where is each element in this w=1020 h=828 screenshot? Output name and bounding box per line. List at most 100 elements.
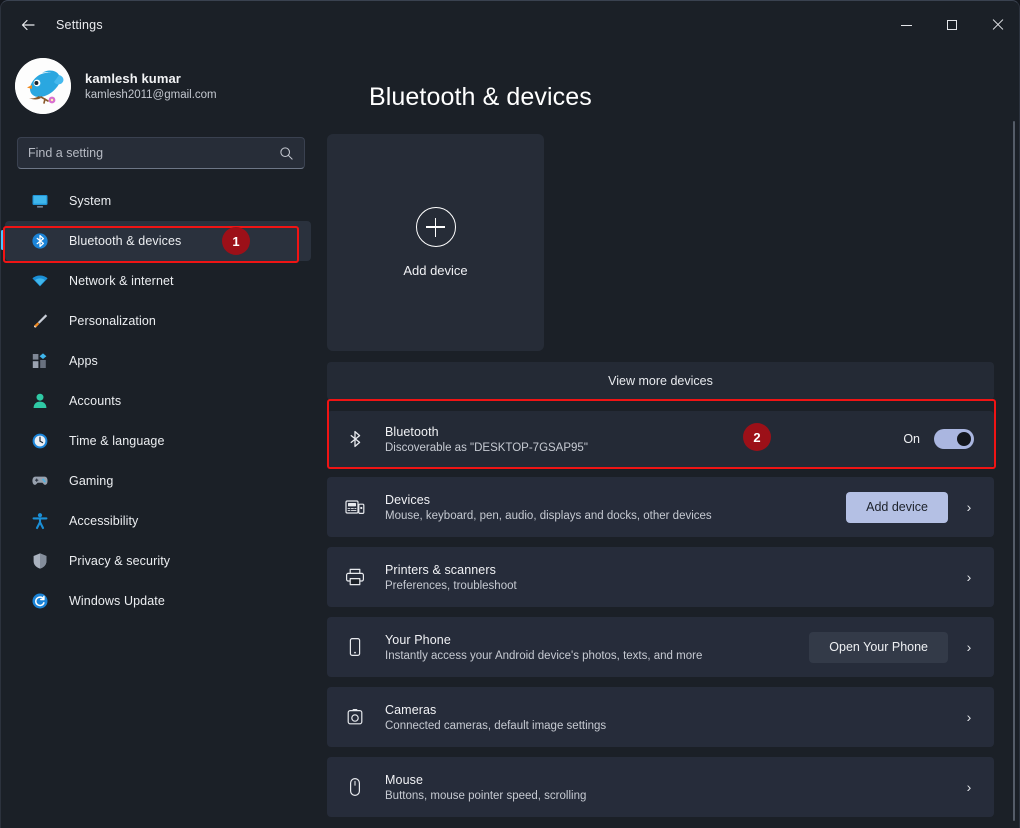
- devices-row[interactable]: Devices Mouse, keyboard, pen, audio, dis…: [327, 477, 994, 537]
- chevron-right-icon[interactable]: ›: [958, 570, 980, 584]
- sidebar-item-apps[interactable]: Apps: [5, 341, 311, 381]
- mouse-row-text: Mouse Buttons, mouse pointer speed, scro…: [385, 773, 958, 802]
- gamepad-icon: [31, 472, 49, 490]
- sidebar-item-personalization[interactable]: Personalization: [5, 301, 311, 341]
- main-scrollbar[interactable]: [1013, 121, 1015, 821]
- profile-email: kamlesh2011@gmail.com: [85, 89, 217, 101]
- chevron-right-icon[interactable]: ›: [958, 780, 980, 794]
- monitor-icon: [31, 192, 49, 210]
- paintbrush-icon: [31, 312, 49, 330]
- person-icon: [31, 392, 49, 410]
- sidebar-item-bluetooth-devices[interactable]: Bluetooth & devices: [1, 221, 311, 261]
- clock-icon: [31, 432, 49, 450]
- printers-title: Printers & scanners: [385, 562, 496, 577]
- bluetooth-row[interactable]: Bluetooth Discoverable as "DESKTOP-7GSAP…: [327, 411, 994, 467]
- content-area: Add device View more devices Bluetooth D…: [321, 112, 1019, 817]
- wifi-icon: [31, 272, 49, 290]
- sidebar-item-label: Windows Update: [69, 594, 165, 608]
- bluetooth-toggle-area: On: [903, 429, 974, 449]
- add-device-card-label: Add device: [403, 263, 468, 278]
- bluetooth-row-wrapper: Bluetooth Discoverable as "DESKTOP-7GSAP…: [327, 411, 994, 467]
- avatar: [15, 58, 71, 114]
- sidebar-item-gaming[interactable]: Gaming: [5, 461, 311, 501]
- search-icon: [280, 146, 293, 160]
- add-device-button[interactable]: Add device: [846, 491, 948, 523]
- chevron-right-icon[interactable]: ›: [958, 710, 980, 724]
- printer-icon: [343, 565, 367, 589]
- apps-grid-icon: [31, 352, 49, 370]
- your-phone-subtitle: Instantly access your Android device's p…: [385, 649, 703, 662]
- bird-avatar-icon: [15, 58, 71, 114]
- sidebar-nav: System Bluetooth & devices Network & int…: [1, 181, 321, 621]
- profile-name: kamlesh kumar: [85, 71, 181, 86]
- your-phone-title: Your Phone: [385, 632, 451, 647]
- devices-subtitle: Mouse, keyboard, pen, audio, displays an…: [385, 509, 712, 522]
- mouse-icon: [343, 775, 367, 799]
- sidebar-item-label: Network & internet: [69, 274, 174, 288]
- close-button[interactable]: [975, 1, 1019, 49]
- bluetooth-icon: [343, 427, 367, 451]
- cameras-subtitle: Connected cameras, default image setting…: [385, 719, 607, 732]
- mouse-row[interactable]: Mouse Buttons, mouse pointer speed, scro…: [327, 757, 994, 817]
- cameras-title: Cameras: [385, 702, 437, 717]
- view-more-devices-button[interactable]: View more devices: [327, 362, 994, 400]
- chevron-right-icon[interactable]: ›: [958, 500, 980, 514]
- window-controls: [883, 1, 1019, 49]
- sidebar-item-time-language[interactable]: Time & language: [5, 421, 311, 461]
- sidebar-item-windows-update[interactable]: Windows Update: [5, 581, 311, 621]
- bluetooth-toggle-state: On: [903, 432, 920, 446]
- minimize-icon: [900, 24, 912, 26]
- profile-text: kamlesh kumar kamlesh2011@gmail.com: [85, 71, 217, 101]
- back-arrow-icon: [21, 19, 35, 31]
- printers-scanners-row[interactable]: Printers & scanners Preferences, trouble…: [327, 547, 994, 607]
- sidebar-item-network-internet[interactable]: Network & internet: [5, 261, 311, 301]
- bluetooth-title: Bluetooth: [385, 424, 439, 439]
- title-bar: Settings: [1, 1, 1019, 49]
- maximize-button[interactable]: [929, 1, 975, 49]
- sidebar-item-label: Bluetooth & devices: [69, 234, 182, 248]
- sidebar-item-privacy-security[interactable]: Privacy & security: [5, 541, 311, 581]
- bluetooth-toggle[interactable]: [934, 429, 974, 449]
- bluetooth-row-text: Bluetooth Discoverable as "DESKTOP-7GSAP…: [385, 425, 903, 454]
- sidebar-item-accessibility[interactable]: Accessibility: [5, 501, 311, 541]
- cameras-row-text: Cameras Connected cameras, default image…: [385, 703, 958, 732]
- accessibility-icon: [31, 512, 49, 530]
- printers-row-text: Printers & scanners Preferences, trouble…: [385, 563, 958, 592]
- sidebar-item-label: Privacy & security: [69, 554, 171, 568]
- refresh-icon: [31, 592, 49, 610]
- devices-icon: [343, 495, 367, 519]
- sidebar-item-accounts[interactable]: Accounts: [5, 381, 311, 421]
- devices-row-text: Devices Mouse, keyboard, pen, audio, dis…: [385, 493, 846, 522]
- maximize-icon: [947, 20, 957, 30]
- close-icon: [992, 19, 1004, 31]
- sidebar-item-label: System: [69, 194, 112, 208]
- devices-title: Devices: [385, 492, 431, 507]
- mouse-title: Mouse: [385, 772, 424, 787]
- main-content: Bluetooth & devices Add device View more…: [321, 49, 1019, 828]
- sidebar: kamlesh kumar kamlesh2011@gmail.com Find…: [1, 49, 321, 828]
- chevron-right-icon[interactable]: ›: [958, 640, 980, 654]
- cameras-row[interactable]: Cameras Connected cameras, default image…: [327, 687, 994, 747]
- minimize-button[interactable]: [883, 1, 929, 49]
- search-box[interactable]: [17, 137, 305, 169]
- sidebar-item-system[interactable]: System: [5, 181, 311, 221]
- sidebar-item-label: Personalization: [69, 314, 156, 328]
- plus-circle-icon: [415, 207, 456, 247]
- toggle-knob: [957, 432, 971, 446]
- sidebar-item-label: Accessibility: [69, 514, 139, 528]
- camera-icon: [343, 705, 367, 729]
- your-phone-row-text: Your Phone Instantly access your Android…: [385, 633, 809, 662]
- mouse-subtitle: Buttons, mouse pointer speed, scrolling: [385, 789, 587, 802]
- sidebar-item-label: Apps: [69, 354, 98, 368]
- back-button[interactable]: [11, 8, 45, 42]
- add-device-card[interactable]: Add device: [327, 134, 544, 351]
- sidebar-item-label: Time & language: [69, 434, 165, 448]
- profile-section[interactable]: kamlesh kumar kamlesh2011@gmail.com: [1, 49, 321, 114]
- open-your-phone-button[interactable]: Open Your Phone: [809, 631, 948, 663]
- shield-icon: [31, 552, 49, 570]
- your-phone-row[interactable]: Your Phone Instantly access your Android…: [327, 617, 994, 677]
- sidebar-item-label: Accounts: [69, 394, 122, 408]
- page-title: Bluetooth & devices: [369, 83, 592, 111]
- search-input[interactable]: [28, 146, 279, 160]
- phone-icon: [343, 635, 367, 659]
